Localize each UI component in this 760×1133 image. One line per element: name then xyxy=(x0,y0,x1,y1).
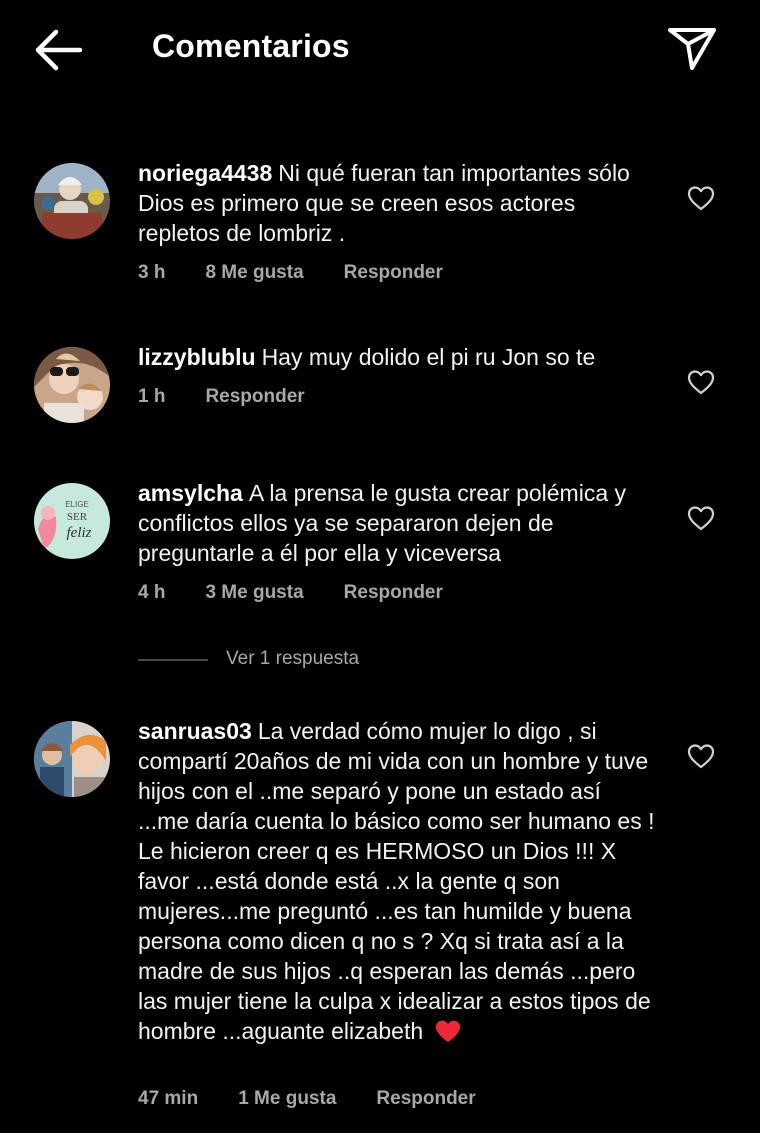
comment-text: sanruas03 La verdad cómo mujer lo digo , … xyxy=(138,716,658,1051)
avatar[interactable] xyxy=(34,721,110,797)
comment-body: Hay muy dolido el pi ru Jon so te xyxy=(261,344,596,370)
red-heart-icon xyxy=(434,1018,462,1051)
heart-outline-icon xyxy=(687,370,715,395)
comment-username[interactable]: amsylcha xyxy=(138,480,243,506)
page-title: Comentarios xyxy=(152,28,350,64)
heart-outline-icon xyxy=(687,744,715,769)
avatar-text: feliz xyxy=(67,525,92,541)
comment-username[interactable]: noriega4438 xyxy=(138,160,272,186)
top-bar: Comentarios xyxy=(0,0,760,100)
reply-button[interactable]: Responder xyxy=(344,262,443,284)
like-button[interactable] xyxy=(686,504,716,532)
replies-divider xyxy=(138,659,208,661)
comment-likes[interactable]: 1 Me gusta xyxy=(238,1088,336,1110)
comment-item: noriega4438 Ni qué fueran tan importantes… xyxy=(0,158,760,298)
heart-outline-icon xyxy=(687,506,715,531)
like-button[interactable] xyxy=(686,184,716,212)
like-button[interactable] xyxy=(686,742,716,770)
avatar-text: ELIGE xyxy=(65,500,89,509)
comment-meta: 1 h Responder xyxy=(138,386,345,408)
comment-likes[interactable]: 3 Me gusta xyxy=(205,582,303,604)
like-button[interactable] xyxy=(686,368,716,396)
back-button[interactable] xyxy=(30,26,86,74)
comment-meta: 3 h 8 Me gusta Responder xyxy=(138,262,483,284)
comment-time: 3 h xyxy=(138,262,166,283)
reply-button[interactable]: Responder xyxy=(344,582,443,604)
comment-likes[interactable]: 8 Me gusta xyxy=(205,262,303,284)
comment-item: sanruas03 La verdad cómo mujer lo digo , … xyxy=(0,716,760,1116)
comment-text: amsylcha A la prensa le gusta crear polém… xyxy=(138,478,658,568)
reply-button[interactable]: Responder xyxy=(376,1088,475,1110)
comment-body: La verdad cómo mujer lo digo , si compar… xyxy=(138,718,655,1044)
comment-meta: 4 h 3 Me gusta Responder xyxy=(138,582,483,604)
comment-text: lizzyblublu Hay muy dolido el pi ru Jon s… xyxy=(138,342,658,372)
comment-meta: 47 min 1 Me gusta Responder xyxy=(138,1088,516,1110)
comment-text: noriega4438 Ni qué fueran tan importantes… xyxy=(138,158,658,248)
heart-outline-icon xyxy=(687,186,715,211)
arrow-left-icon xyxy=(35,29,83,71)
comment-item: ELIGE SER feliz amsylcha A la prensa le g… xyxy=(0,478,760,618)
comment-username[interactable]: lizzyblublu xyxy=(138,344,256,370)
paper-plane-icon xyxy=(668,28,716,70)
avatar[interactable]: ELIGE SER feliz xyxy=(34,483,110,559)
comment-time: 4 h xyxy=(138,582,166,603)
avatar[interactable] xyxy=(34,163,110,239)
share-button[interactable] xyxy=(664,22,720,74)
comment-time: 47 min xyxy=(138,1088,199,1109)
comment-time: 1 h xyxy=(138,386,166,407)
avatar[interactable] xyxy=(34,347,110,423)
comment-item: lizzyblublu Hay muy dolido el pi ru Jon s… xyxy=(0,342,760,423)
avatar-text: SER xyxy=(67,511,88,523)
view-replies-label: Ver 1 respuesta xyxy=(226,648,360,669)
reply-button[interactable]: Responder xyxy=(205,386,304,408)
comment-username[interactable]: sanruas03 xyxy=(138,718,252,744)
